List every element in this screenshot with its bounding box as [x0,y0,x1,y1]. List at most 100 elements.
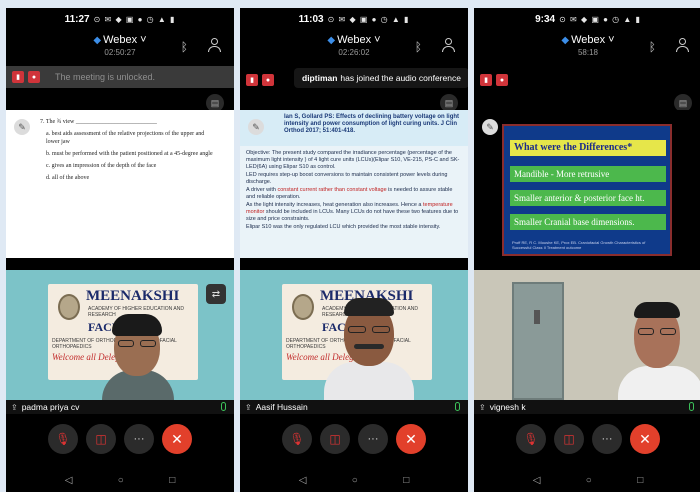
slide-citation: Ian S, Gollard PS: Effects of declining … [284,114,460,134]
notification-banner: ▮ ● The meeting is unlocked. [6,66,234,88]
more-options-button[interactable]: ··· [124,424,154,454]
share-icon: ⇪ [245,402,252,412]
video-toggle-button[interactable]: ◫ [86,424,116,454]
more-options-button[interactable]: ··· [358,424,388,454]
status-time: 11:27 [64,13,90,25]
slide-reference: Proff RE, R C. Moushe KE, Prox EB. Crani… [512,240,646,250]
annotate-icon[interactable]: ✎ [482,119,498,135]
status-bar: 9:34 ⊙ ✉ ◆ ▣ ● ◷ ▲ ▮ [474,8,700,30]
swap-video-icon[interactable]: ⇄ [206,284,226,304]
banner-title: MEENAKSHI [86,288,180,304]
recents-icon[interactable]: □ [403,475,409,486]
status-bar: 11:03 ⊙ ✉ ◆ ▣ ● ◷ ▲ ▮ [240,8,468,30]
mute-button[interactable]: 🎙 [48,424,78,454]
back-icon[interactable]: ◁ [65,475,73,486]
bluetooth-icon[interactable]: ᛒ [649,40,656,54]
slide-bullets: Objective: The present study compared th… [246,150,460,232]
record-icon: ● [262,74,274,86]
bluetooth-icon[interactable]: ᛒ [415,40,422,54]
recents-icon[interactable]: □ [169,475,175,486]
video-toggle-button[interactable]: ◫ [320,424,350,454]
app-title[interactable]: ◆ Webex ˅ [474,34,700,46]
participants-icon[interactable] [442,38,456,52]
more-options-button[interactable]: ··· [592,424,622,454]
emblem-icon [58,294,80,320]
meeting-timer: 02:50:27 [104,48,136,57]
quiz-option-d: d. all of the above [46,175,90,181]
android-nav-bar: ◁ ○ □ [474,468,700,492]
call-controls: 🎙 ◫ ··· ✕ [240,424,468,460]
shared-content: Ian S, Gollard PS: Effects of declining … [240,110,468,258]
phone-screen-2: 11:03 ⊙ ✉ ◆ ▣ ● ◷ ▲ ▮ ◆ Webex ˅ 02:26:02 … [240,8,468,492]
mic-icon [689,402,694,411]
banner-text: The meeting is unlocked. [55,72,156,82]
lock-icon: ▮ [12,71,24,83]
status-time: 11:03 [298,13,324,25]
record-icon: ● [496,74,508,86]
end-call-button[interactable]: ✕ [396,424,426,454]
status-bar: 11:27 ⊙ ✉ ◆ ▣ ● ◷ ▲ ▮ [6,8,234,30]
mic-icon [221,402,226,411]
meeting-header: ◆ Webex ˅ 02:50:27 ᛒ [6,30,234,70]
slide-point-3: Smaller Cranial base dimensions. [510,214,666,230]
participant-name: vignesh k [489,402,526,412]
bullet-elipar: Elipar S10 was the only regulated LCU wh… [246,224,441,230]
participant-person [324,292,414,402]
meeting-timer: 58:18 [577,48,599,57]
shield-icon: ◆ [561,35,570,46]
bluetooth-icon[interactable]: ᛒ [181,40,188,54]
participant-name-bar: ⇪ Aasif Hussain [240,400,468,414]
shared-content: ✎ 7. The ¾ view ________________________… [6,110,234,258]
phone-screen-1: 11:27 ⊙ ✉ ◆ ▣ ● ◷ ▲ ▮ ◆ Webex ˅ 02:50:27 … [6,8,234,492]
participant-name-bar: ⇪ vignesh k [474,400,700,414]
lock-icon: ▮ [246,74,258,86]
mute-button[interactable]: 🎙 [282,424,312,454]
quiz-option-b: b. must be performed with the patient po… [46,151,213,157]
status-icons: ⊙ ✉ ◆ ▣ ● ◷ ▲ ▮ [559,14,641,24]
shield-icon: ◆ [93,35,102,46]
slide-header: Ian S, Gollard PS: Effects of declining … [240,110,468,146]
differences-slide: What were the Differences* Mandible - Mo… [502,124,672,256]
end-call-button[interactable]: ✕ [630,424,660,454]
phone-screen-3: 9:34 ⊙ ✉ ◆ ▣ ● ◷ ▲ ▮ ◆ Webex ˅ 58:18 ᛒ ▮ … [474,8,700,492]
status-icons: ⊙ ✉ ◆ ▣ ● ◷ ▲ ▮ [93,14,176,24]
quiz-slide: 7. The ¾ view __________________________… [40,118,216,258]
join-toast: diptiman has joined the audio conference [294,68,468,88]
annotate-icon[interactable]: ✎ [14,119,30,135]
bullet-objective: Objective: The present study compared th… [246,150,460,170]
participants-icon[interactable] [208,38,222,52]
emblem-icon [292,294,314,320]
quiz-option-a: a. best aids assessment of the relative … [46,131,205,145]
toast-name: diptiman [302,73,338,83]
participant-person [614,302,700,402]
lock-icon: ▮ [480,74,492,86]
app-name: Webex [571,34,606,46]
app-name: Webex [337,34,372,46]
back-icon[interactable]: ◁ [533,475,541,486]
participant-video[interactable]: MEENAKSHI ACADEMY OF HIGHER EDUCATION AN… [240,270,468,402]
back-icon[interactable]: ◁ [299,475,307,486]
home-icon[interactable]: ○ [118,475,124,486]
video-toggle-button[interactable]: ◫ [554,424,584,454]
share-icon: ⇪ [11,402,18,412]
call-controls: 🎙 ◫ ··· ✕ [6,424,234,460]
home-icon[interactable]: ○ [586,475,592,486]
home-icon[interactable]: ○ [352,475,358,486]
app-title[interactable]: ◆ Webex ˅ [240,34,468,46]
end-call-button[interactable]: ✕ [162,424,192,454]
bullet-temperature: As the light intensity increases, heat g… [246,202,459,222]
toast-message: has joined the audio conference [340,73,461,83]
meeting-header: ◆ Webex ˅ 58:18 ᛒ [474,30,700,70]
mic-icon [455,402,460,411]
shield-icon: ◆ [327,35,336,46]
participants-icon[interactable] [676,38,690,52]
status-time: 9:34 [535,13,556,25]
app-title[interactable]: ◆ Webex ˅ [6,34,234,46]
android-nav-bar: ◁ ○ □ [6,468,234,492]
participant-video[interactable] [474,270,700,402]
recents-icon[interactable]: □ [637,475,643,486]
annotate-icon[interactable]: ✎ [248,119,264,135]
mute-button[interactable]: 🎙 [516,424,546,454]
slide-title: What were the Differences* [510,140,666,156]
participant-video[interactable]: MEENAKSHI ACADEMY OF HIGHER EDUCATION AN… [6,270,234,402]
